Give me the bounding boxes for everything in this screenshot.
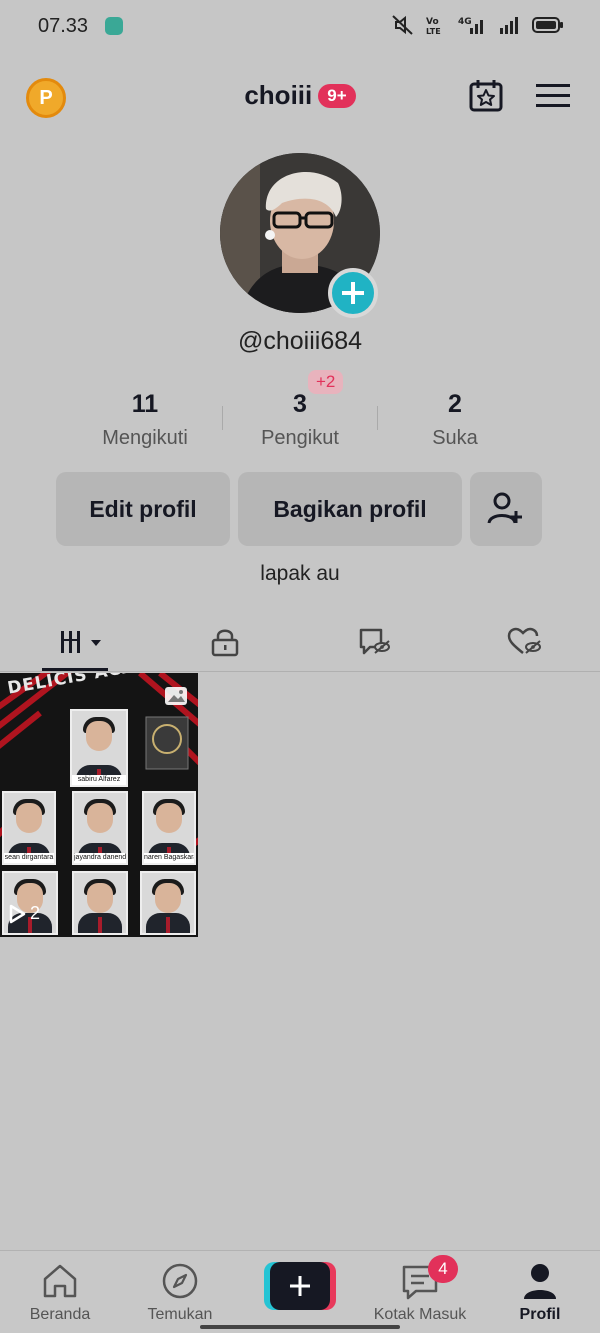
svg-text:Vo: Vo <box>426 17 439 27</box>
stat-following-value: 11 <box>131 390 159 418</box>
thumbnail-portrait: jayandra danendra <box>72 791 128 865</box>
tab-liked[interactable] <box>495 622 555 662</box>
plus-icon <box>342 282 364 304</box>
edit-profile-button[interactable]: Edit profil <box>56 472 230 546</box>
video-thumbnail[interactable]: DELICIS ACADEMY sabiru Alfarez sean dirg… <box>0 673 198 937</box>
home-icon <box>43 1264 77 1298</box>
calendar-button[interactable] <box>468 78 504 119</box>
stat-likes[interactable]: 2 Suka <box>378 372 532 450</box>
nav-discover[interactable]: Temukan <box>120 1261 240 1324</box>
stat-followers[interactable]: 3 Pengikut <box>223 372 377 450</box>
thumbnail-portrait: sean dirgantara <box>2 791 56 865</box>
view-count-value: 2 <box>30 903 41 923</box>
home-indicator <box>200 1325 400 1329</box>
mute-icon <box>392 15 413 35</box>
svg-text:4G: 4G <box>458 17 472 27</box>
nav-profile-label: Profil <box>519 1306 561 1323</box>
nav-inbox-label: Kotak Masuk <box>373 1306 467 1323</box>
share-profile-button[interactable]: Bagikan profil <box>238 472 462 546</box>
stat-following[interactable]: 11 Mengikuti <box>68 372 222 450</box>
tab-tagged[interactable] <box>345 622 405 662</box>
page-title: choiii <box>244 80 313 110</box>
calendar-star-icon <box>469 80 503 112</box>
plus-icon <box>290 1276 310 1296</box>
status-bar: 07.33 Vo LTE 4G <box>0 0 600 52</box>
tab-videos[interactable] <box>50 622 110 662</box>
notification-badge: 9+ <box>318 83 356 108</box>
profile-stats: 11 Mengikuti 3 Pengikut 2 Suka <box>68 372 532 454</box>
portrait-caption: sabiru Alfarez <box>72 775 126 785</box>
hamburger-menu-icon <box>536 84 570 107</box>
portrait-caption: jayandra danendra <box>74 853 126 863</box>
stat-followers-value: 3 <box>293 390 307 418</box>
profile-handle: @choiii684 <box>237 327 363 355</box>
thumbnail-portrait <box>72 871 128 935</box>
compass-icon <box>162 1263 198 1299</box>
add-user-icon <box>487 492 522 524</box>
status-icons: Vo LTE 4G <box>390 14 564 36</box>
svg-text:LTE: LTE <box>426 27 441 36</box>
tab-indicator <box>42 668 108 671</box>
play-icon <box>9 904 26 923</box>
portrait-caption: sean dirgantara <box>4 853 54 863</box>
nav-profile[interactable]: Profil <box>480 1261 600 1324</box>
stat-likes-value: 2 <box>448 390 462 418</box>
notification-app-icon <box>105 17 123 35</box>
signal-4g-icon: 4G <box>458 17 483 34</box>
nav-discover-label: Temukan <box>147 1306 213 1323</box>
signal-icon <box>500 17 518 34</box>
bottom-nav: Beranda Temukan Kotak Masuk Profil <box>0 1250 600 1333</box>
add-friend-button[interactable] <box>470 472 542 546</box>
status-time: 07.33 <box>38 15 89 37</box>
profile-icon <box>524 1264 556 1299</box>
nav-home[interactable]: Beranda <box>0 1261 120 1324</box>
thumbnail-portrait: sabiru Alfarez <box>70 709 128 787</box>
thumbnail-portrait: naren Bagaskara <box>142 791 196 865</box>
video-view-count: 2 <box>8 903 40 924</box>
thumbnail-portrait <box>140 871 196 935</box>
volte-icon: VoLTE <box>426 17 441 36</box>
nav-home-label: Beranda <box>29 1306 91 1323</box>
nav-inbox[interactable]: Kotak Masuk <box>360 1261 480 1324</box>
profile-bio: lapak au <box>260 562 340 585</box>
videos-grid-icon <box>61 631 101 653</box>
battery-icon <box>532 17 563 33</box>
tab-private[interactable] <box>195 622 255 662</box>
stat-following-label: Mengikuti <box>102 427 188 449</box>
create-button[interactable] <box>264 1262 336 1310</box>
stat-likes-label: Suka <box>432 427 478 449</box>
top-bar: P choiii 9+ <box>0 70 600 126</box>
add-avatar-button[interactable] <box>328 268 378 318</box>
lock-icon <box>211 629 239 657</box>
username-switcher[interactable]: choiii 9+ <box>0 80 600 111</box>
new-followers-badge: +2 <box>308 370 344 394</box>
portrait-caption: naren Bagaskara <box>144 853 194 863</box>
menu-button[interactable] <box>536 82 570 115</box>
stat-followers-label: Pengikut <box>261 427 339 449</box>
tagged-icon <box>359 628 390 655</box>
content-tabs <box>0 612 600 672</box>
inbox-badge: 4 <box>428 1255 458 1283</box>
liked-icon <box>507 627 541 654</box>
photo-post-icon <box>164 686 188 711</box>
